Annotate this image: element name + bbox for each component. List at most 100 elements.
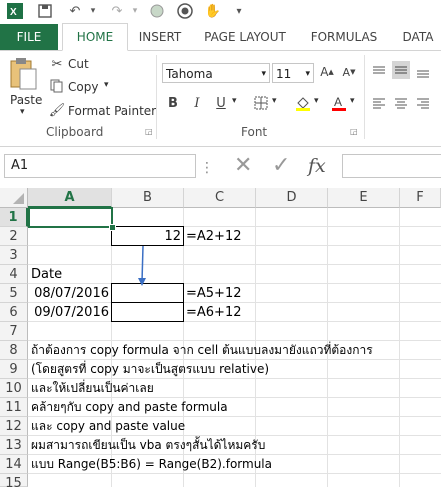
align-left-icon[interactable] bbox=[370, 94, 388, 112]
worksheet-grid[interactable]: A B C D E F 1 2 3 4 5 6 7 8 9 10 11 12 1… bbox=[0, 188, 441, 491]
enter-icon[interactable]: ✓ bbox=[272, 154, 290, 178]
cell-c5[interactable]: =A5+12 bbox=[186, 284, 242, 303]
row-header-1[interactable]: 1 bbox=[0, 208, 28, 227]
row-header-15[interactable]: 15 bbox=[0, 474, 28, 491]
cell-b6-border bbox=[111, 302, 184, 322]
column-header-e[interactable]: E bbox=[328, 188, 400, 208]
circle-icon[interactable] bbox=[148, 2, 166, 20]
cell-a6[interactable]: 09/07/2016 bbox=[29, 303, 109, 322]
ribbon-tabs: FILE HOME INSERT PAGE LAYOUT FORMULAS DA… bbox=[0, 23, 441, 51]
cell-a5[interactable]: 08/07/2016 bbox=[29, 284, 109, 303]
svg-text:A: A bbox=[334, 95, 342, 109]
font-name-dropdown-icon[interactable]: ▾ bbox=[261, 64, 266, 84]
paste-button[interactable]: Paste bbox=[10, 93, 42, 107]
paste-icon[interactable] bbox=[8, 57, 38, 93]
cell-a14[interactable]: แบบ Range(B5:B6) = Range(B2).formula bbox=[31, 455, 272, 474]
row-header-11[interactable]: 11 bbox=[0, 398, 28, 417]
redo-icon[interactable]: ↷ bbox=[108, 2, 126, 20]
cell-a4[interactable]: Date bbox=[31, 265, 62, 284]
tab-formulas[interactable]: FORMULAS bbox=[306, 24, 382, 50]
row-header-10[interactable]: 10 bbox=[0, 379, 28, 398]
cell-c6[interactable]: =A6+12 bbox=[186, 303, 242, 322]
font-color-icon[interactable]: A bbox=[330, 94, 348, 112]
row-header-5[interactable]: 5 bbox=[0, 284, 28, 303]
align-center-icon[interactable] bbox=[392, 94, 410, 112]
insert-function-button[interactable]: fx bbox=[308, 154, 326, 178]
gridline bbox=[28, 264, 441, 265]
font-size-dropdown-icon[interactable]: ▾ bbox=[305, 64, 310, 84]
row-header-13[interactable]: 13 bbox=[0, 436, 28, 455]
format-painter-icon: 🖌 bbox=[48, 102, 66, 118]
cancel-icon[interactable]: ✕ bbox=[234, 154, 252, 178]
tab-file[interactable]: FILE bbox=[0, 24, 58, 50]
font-color-dropdown-icon[interactable]: ▾ bbox=[350, 96, 355, 106]
record-icon[interactable] bbox=[176, 2, 194, 20]
italic-button[interactable]: I bbox=[188, 94, 206, 112]
customize-toolbar-icon[interactable]: ▾ bbox=[230, 2, 248, 20]
font-name-select[interactable]: Tahoma ▾ bbox=[162, 63, 270, 83]
undo-dropdown-icon[interactable]: ▾ bbox=[84, 2, 102, 20]
hand-icon[interactable]: ✋ bbox=[204, 2, 222, 20]
column-header-c[interactable]: C bbox=[184, 188, 256, 208]
row-header-14[interactable]: 14 bbox=[0, 455, 28, 474]
tab-page-layout[interactable]: PAGE LAYOUT bbox=[198, 24, 292, 50]
clipboard-launcher-icon[interactable]: ◲ bbox=[145, 127, 153, 136]
redo-dropdown-icon[interactable]: ▾ bbox=[126, 2, 144, 20]
cell-c2[interactable]: =A2+12 bbox=[186, 227, 242, 246]
row-header-8[interactable]: 8 bbox=[0, 341, 28, 360]
row-header-4[interactable]: 4 bbox=[0, 265, 28, 284]
font-size-select[interactable]: 11 ▾ bbox=[272, 63, 314, 83]
row-header-6[interactable]: 6 bbox=[0, 303, 28, 322]
row-header-12[interactable]: 12 bbox=[0, 417, 28, 436]
row-header-3[interactable]: 3 bbox=[0, 246, 28, 265]
column-header-f[interactable]: F bbox=[400, 188, 441, 208]
borders-icon[interactable] bbox=[252, 94, 270, 112]
copy-button[interactable]: Copy bbox=[68, 80, 98, 94]
cell-b2[interactable]: 12 bbox=[112, 227, 181, 246]
increase-font-icon[interactable]: A ▲ bbox=[318, 63, 336, 81]
cell-a12[interactable]: และ copy and paste value bbox=[31, 417, 185, 436]
bold-button[interactable]: B bbox=[164, 94, 182, 112]
underline-dropdown-icon[interactable]: ▾ bbox=[232, 96, 237, 106]
copy-icon bbox=[48, 77, 66, 95]
cell-a8[interactable]: ถ้าต้องการ copy formula จาก cell ต้นแบบล… bbox=[31, 341, 373, 360]
cell-a10[interactable]: และให้เปลี่ยนเป็นค่าเลย bbox=[31, 379, 154, 398]
font-launcher-icon[interactable]: ◲ bbox=[350, 127, 358, 136]
align-middle-icon[interactable] bbox=[392, 61, 410, 79]
ribbon: Paste ▾ ✂ Cut Copy ▾ 🖌 Format Painter Cl… bbox=[0, 51, 441, 147]
fill-color-icon[interactable] bbox=[294, 94, 312, 112]
cell-a13[interactable]: ผมสามารถเขียนเป็น vba ตรงๆสั้นได้ไหมครับ bbox=[31, 436, 265, 455]
row-header-9[interactable]: 9 bbox=[0, 360, 28, 379]
select-all-corner[interactable] bbox=[0, 188, 28, 208]
cell-a9[interactable]: (โดยสูตรที่ copy มาจะเป็นสูตรแบบ relativ… bbox=[31, 360, 269, 379]
formula-bar: A1 ⋮ ✕ ✓ fx bbox=[0, 148, 441, 186]
column-header-d[interactable]: D bbox=[256, 188, 328, 208]
name-box[interactable]: A1 bbox=[4, 154, 196, 178]
tab-insert[interactable]: INSERT bbox=[132, 24, 188, 50]
save-icon[interactable] bbox=[36, 2, 54, 20]
column-header-a[interactable]: A bbox=[28, 188, 112, 208]
format-painter-button[interactable]: Format Painter bbox=[68, 104, 156, 118]
column-header-b[interactable]: B bbox=[112, 188, 184, 208]
align-right-icon[interactable] bbox=[414, 94, 432, 112]
fill-color-dropdown-icon[interactable]: ▾ bbox=[314, 96, 319, 106]
tab-home[interactable]: HOME bbox=[62, 23, 128, 51]
cell-a11[interactable]: คล้ายๆกับ copy and paste formula bbox=[31, 398, 228, 417]
tab-data[interactable]: DATA bbox=[396, 24, 440, 50]
underline-button[interactable]: U bbox=[212, 94, 230, 112]
active-cell-a1[interactable] bbox=[28, 207, 113, 228]
copy-dropdown-icon[interactable]: ▾ bbox=[104, 80, 109, 90]
formula-bar-grip-icon[interactable]: ⋮ bbox=[200, 160, 214, 176]
row-header-2[interactable]: 2 bbox=[0, 227, 28, 246]
svg-text:X: X bbox=[10, 7, 17, 18]
formula-input[interactable] bbox=[342, 154, 441, 178]
align-bottom-icon[interactable] bbox=[414, 63, 432, 81]
font-size-value: 11 bbox=[276, 67, 292, 81]
decrease-font-icon[interactable]: A ▼ bbox=[340, 63, 358, 81]
align-top-icon[interactable] bbox=[370, 63, 388, 81]
row-header-7[interactable]: 7 bbox=[0, 322, 28, 341]
paste-dropdown-icon[interactable]: ▾ bbox=[20, 107, 25, 117]
borders-dropdown-icon[interactable]: ▾ bbox=[272, 96, 277, 106]
cut-button[interactable]: Cut bbox=[68, 57, 89, 71]
undo-icon[interactable]: ↶ bbox=[66, 2, 84, 20]
